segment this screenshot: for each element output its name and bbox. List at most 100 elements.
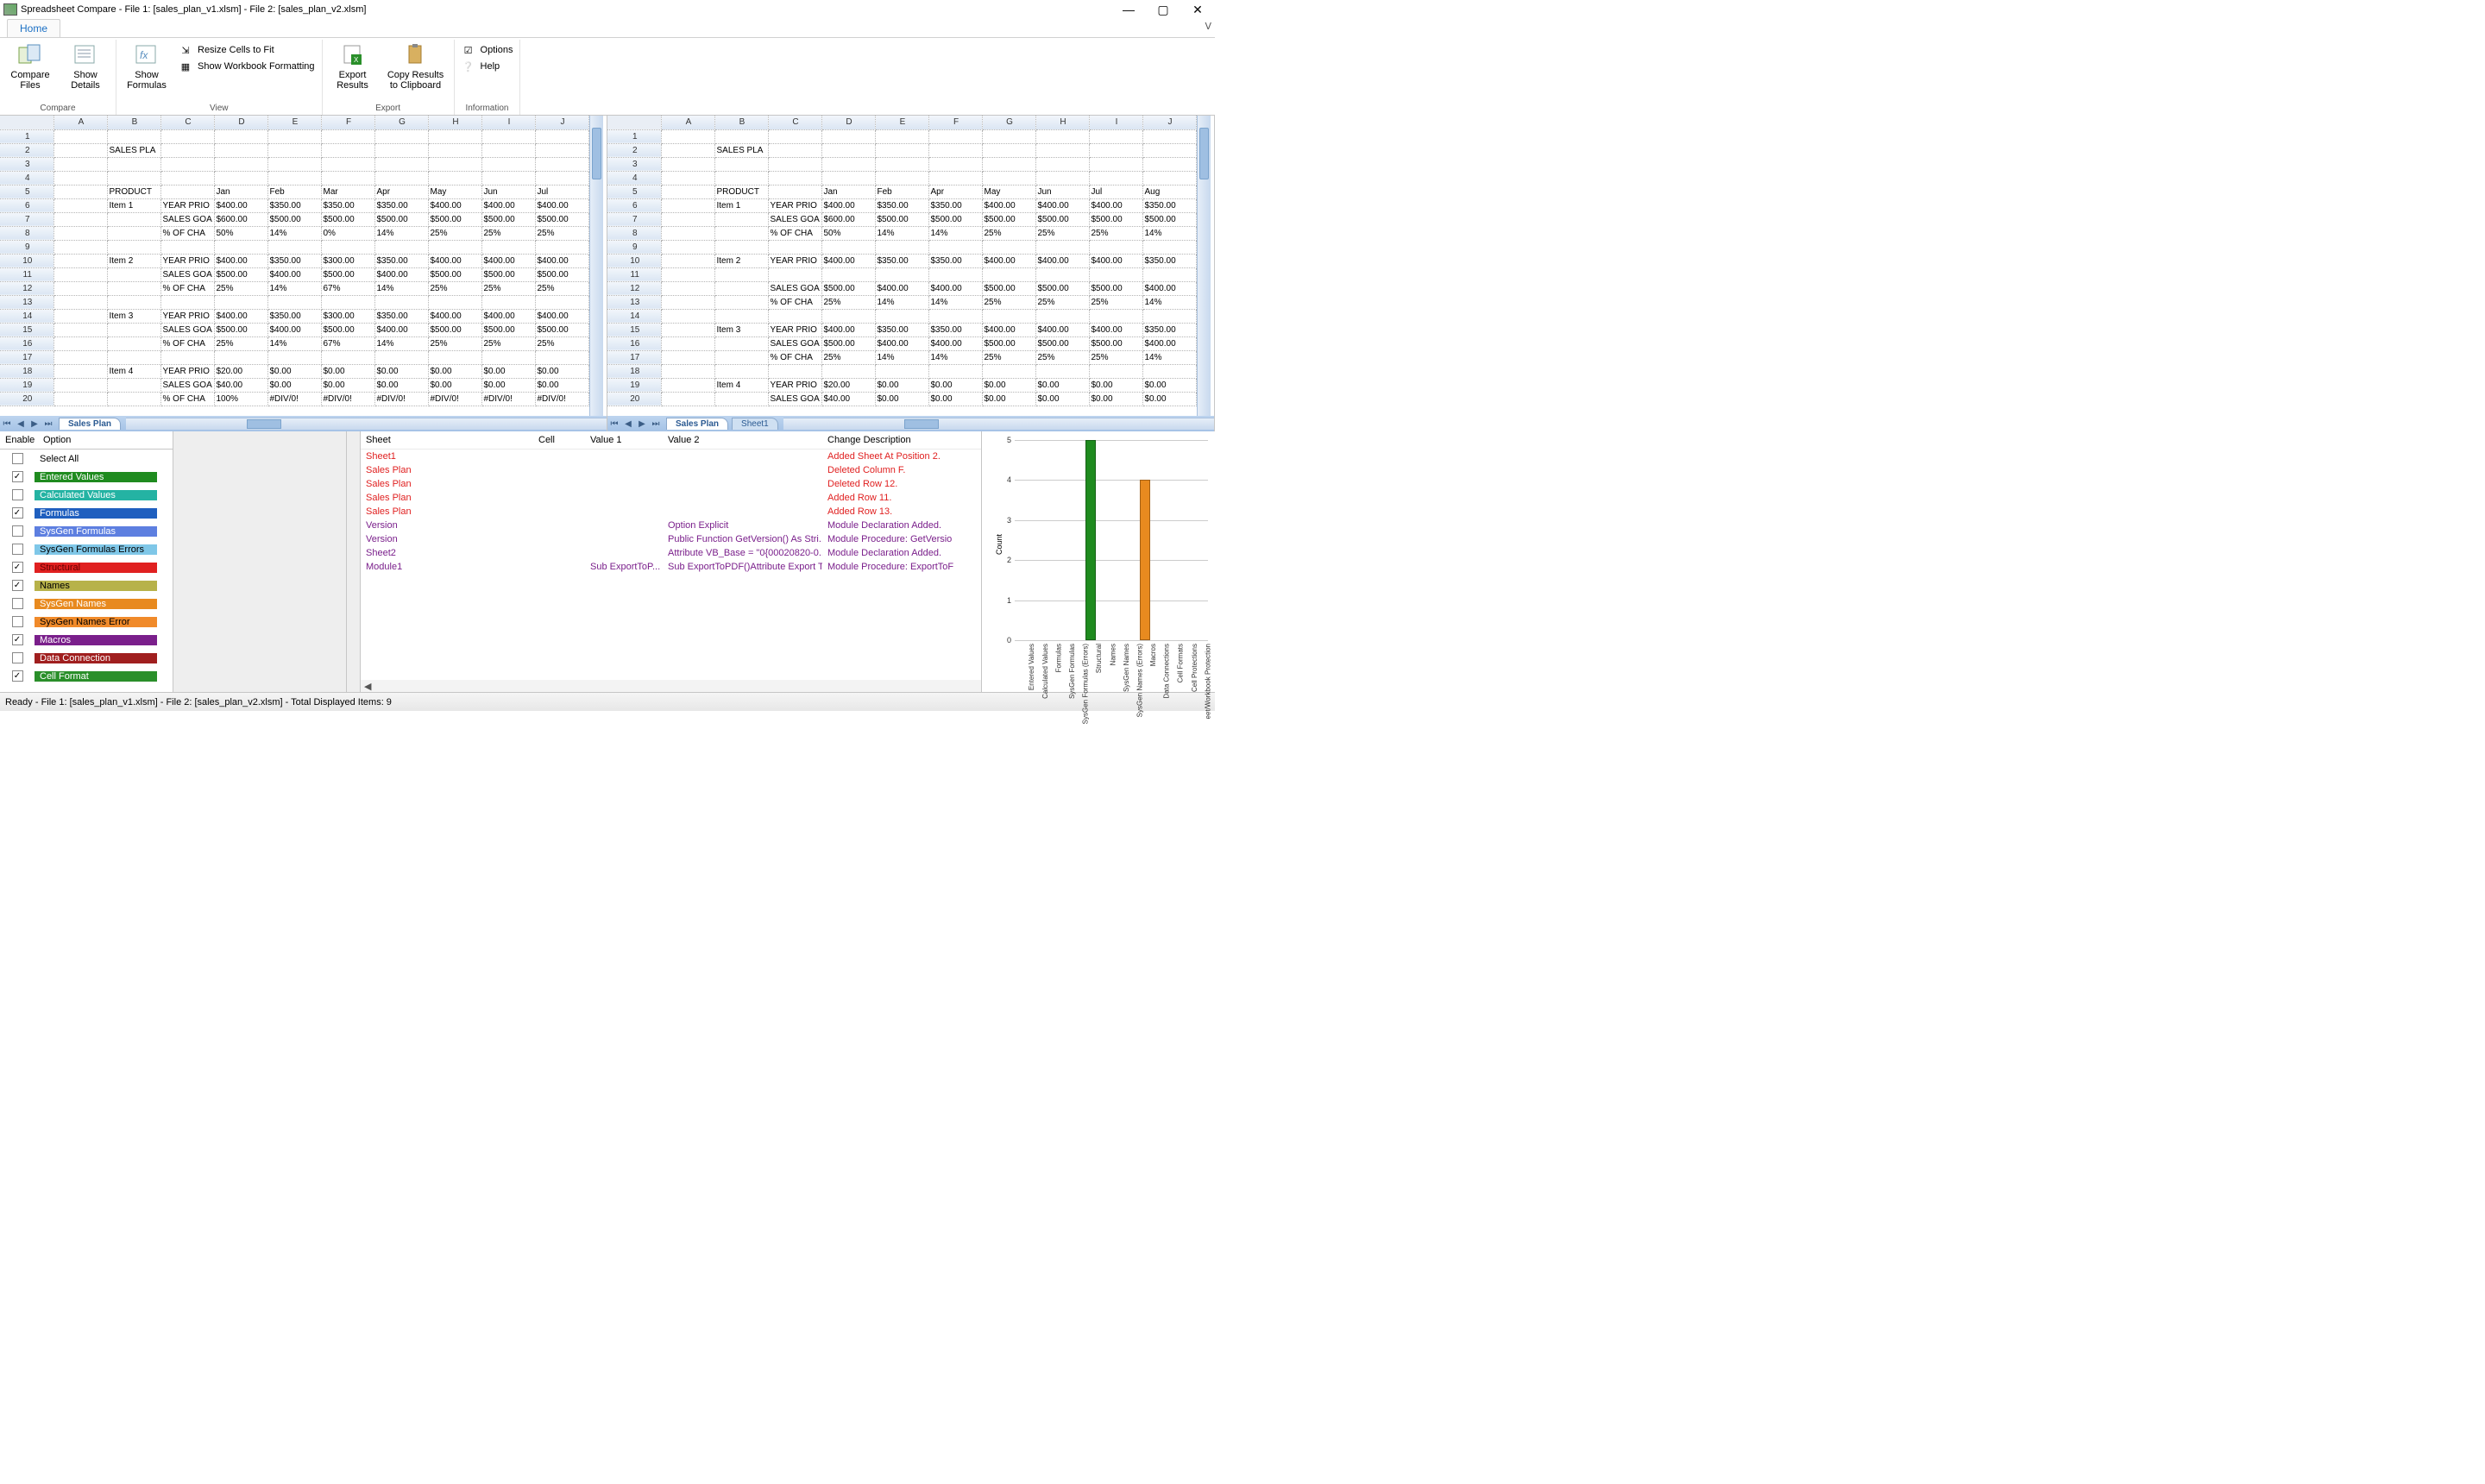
cell[interactable] (714, 267, 768, 281)
option-row[interactable]: ✓Entered Values (0, 468, 157, 486)
cell[interactable] (160, 185, 214, 198)
cell[interactable]: $400.00 (1089, 323, 1142, 336)
results-body[interactable]: Sheet1Added Sheet At Position 2.Sales Pl… (361, 450, 981, 680)
cell[interactable] (1035, 143, 1089, 157)
results-col-value1[interactable]: Value 1 (585, 435, 663, 445)
cell[interactable] (53, 198, 107, 212)
cell[interactable]: $500.00 (428, 323, 481, 336)
right-sheet-tab-active[interactable]: Sales Plan (666, 418, 728, 430)
cell[interactable] (160, 143, 214, 157)
result-row[interactable]: Module1Sub ExportToP...Sub ExportToPDF()… (361, 560, 981, 574)
collapse-ribbon-icon[interactable]: ᐯ (1205, 21, 1211, 32)
option-row[interactable]: SysGen Formulas (0, 522, 157, 540)
option-row[interactable]: SysGen Formulas Errors (0, 540, 157, 558)
cell[interactable] (160, 350, 214, 364)
cell[interactable] (768, 309, 821, 323)
cell[interactable]: $300.00 (321, 309, 374, 323)
cell[interactable]: $500.00 (1035, 212, 1089, 226)
cell[interactable]: Apr (928, 185, 982, 198)
cell[interactable]: $400.00 (428, 198, 481, 212)
cell[interactable] (428, 350, 481, 364)
cell[interactable] (53, 254, 107, 267)
cell[interactable]: $400.00 (428, 254, 481, 267)
option-row[interactable]: ✓Names (0, 576, 157, 594)
cell[interactable]: $400.00 (1089, 198, 1142, 212)
results-col-value2[interactable]: Value 2 (663, 435, 822, 445)
cell[interactable]: $350.00 (1142, 198, 1196, 212)
cell[interactable] (53, 240, 107, 254)
cell[interactable]: $500.00 (875, 212, 928, 226)
cell[interactable]: 14% (928, 226, 982, 240)
cell[interactable] (214, 143, 267, 157)
cell[interactable]: $600.00 (821, 212, 875, 226)
cell[interactable] (768, 143, 821, 157)
cell[interactable]: $400.00 (928, 336, 982, 350)
cell[interactable] (428, 143, 481, 157)
maximize-button[interactable]: ▢ (1146, 1, 1180, 18)
cell[interactable]: $500.00 (821, 281, 875, 295)
cell[interactable] (714, 212, 768, 226)
cell[interactable] (661, 185, 714, 198)
cell[interactable] (982, 143, 1035, 157)
cell[interactable]: Item 3 (107, 309, 160, 323)
result-row[interactable]: VersionOption ExplicitModule Declaration… (361, 519, 981, 532)
cell[interactable] (267, 129, 321, 143)
option-checkbox[interactable]: ✓ (12, 634, 23, 645)
cell[interactable] (1089, 267, 1142, 281)
cell[interactable] (107, 336, 160, 350)
cell[interactable]: $500.00 (321, 267, 374, 281)
cell[interactable] (267, 350, 321, 364)
cell[interactable]: $500.00 (214, 267, 267, 281)
cell[interactable]: #DIV/0! (535, 392, 588, 406)
cell[interactable]: $400.00 (481, 309, 535, 323)
sheet-nav-last[interactable]: ⏭ (41, 419, 55, 429)
cell[interactable] (107, 295, 160, 309)
cell[interactable]: Jan (214, 185, 267, 198)
cell[interactable]: $500.00 (214, 323, 267, 336)
cell[interactable] (53, 295, 107, 309)
cell[interactable]: $500.00 (1089, 212, 1142, 226)
cell[interactable]: $400.00 (1035, 254, 1089, 267)
cell[interactable] (1089, 129, 1142, 143)
cell[interactable]: $0.00 (1035, 378, 1089, 392)
cell[interactable]: 14% (875, 350, 928, 364)
cell[interactable] (928, 171, 982, 185)
cell[interactable] (481, 295, 535, 309)
cell[interactable] (428, 171, 481, 185)
cell[interactable] (374, 157, 428, 171)
cell[interactable]: 25% (1089, 350, 1142, 364)
cell[interactable]: 50% (821, 226, 875, 240)
option-row[interactable]: ✓Macros (0, 631, 157, 649)
cell[interactable]: $400.00 (1142, 281, 1196, 295)
cell[interactable]: $500.00 (321, 212, 374, 226)
cell[interactable] (53, 143, 107, 157)
cell[interactable]: 25% (481, 336, 535, 350)
cell[interactable] (928, 129, 982, 143)
cell[interactable]: 25% (428, 226, 481, 240)
cell[interactable]: $350.00 (374, 198, 428, 212)
cell[interactable] (661, 226, 714, 240)
cell[interactable] (107, 323, 160, 336)
cell[interactable] (1035, 309, 1089, 323)
cell[interactable]: $500.00 (928, 212, 982, 226)
cell[interactable] (661, 281, 714, 295)
cell[interactable]: $400.00 (875, 281, 928, 295)
cell[interactable] (821, 309, 875, 323)
cell[interactable] (821, 171, 875, 185)
cell[interactable] (661, 212, 714, 226)
cell[interactable]: $0.00 (535, 378, 588, 392)
cell[interactable]: 14% (928, 350, 982, 364)
cell[interactable]: Item 1 (714, 198, 768, 212)
cell[interactable] (1035, 171, 1089, 185)
cell[interactable]: $350.00 (267, 198, 321, 212)
cell[interactable] (1089, 309, 1142, 323)
cell[interactable]: $350.00 (928, 323, 982, 336)
cell[interactable] (1142, 171, 1196, 185)
cell[interactable] (768, 129, 821, 143)
left-vertical-scrollbar[interactable] (589, 116, 603, 416)
cell[interactable]: Item 2 (714, 254, 768, 267)
cell[interactable]: 25% (535, 226, 588, 240)
ribbon-tab-home[interactable]: Home (7, 19, 60, 37)
cell[interactable] (1035, 157, 1089, 171)
cell[interactable]: $400.00 (267, 323, 321, 336)
